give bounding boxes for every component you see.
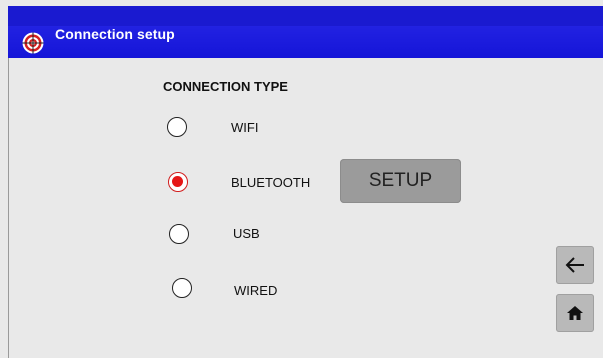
wired-radio[interactable] — [172, 278, 192, 298]
usb-label[interactable]: USB — [233, 226, 260, 241]
back-button[interactable] — [556, 246, 594, 284]
window-title: Connection setup — [55, 26, 175, 42]
home-button[interactable] — [556, 294, 594, 332]
arrow-left-icon — [565, 257, 584, 273]
usb-radio[interactable] — [169, 224, 189, 244]
wifi-radio[interactable] — [167, 117, 187, 137]
bluetooth-label[interactable]: BLUETOOTH — [231, 175, 310, 190]
target-icon — [22, 32, 44, 54]
title-bar-top-strip — [8, 6, 603, 26]
bluetooth-radio[interactable] — [168, 172, 188, 192]
wired-label[interactable]: WIRED — [234, 283, 277, 298]
setup-button[interactable]: SETUP — [340, 159, 461, 203]
connection-type-heading: CONNECTION TYPE — [163, 79, 288, 94]
home-icon — [567, 306, 583, 320]
wifi-label[interactable]: WIFI — [231, 120, 258, 135]
